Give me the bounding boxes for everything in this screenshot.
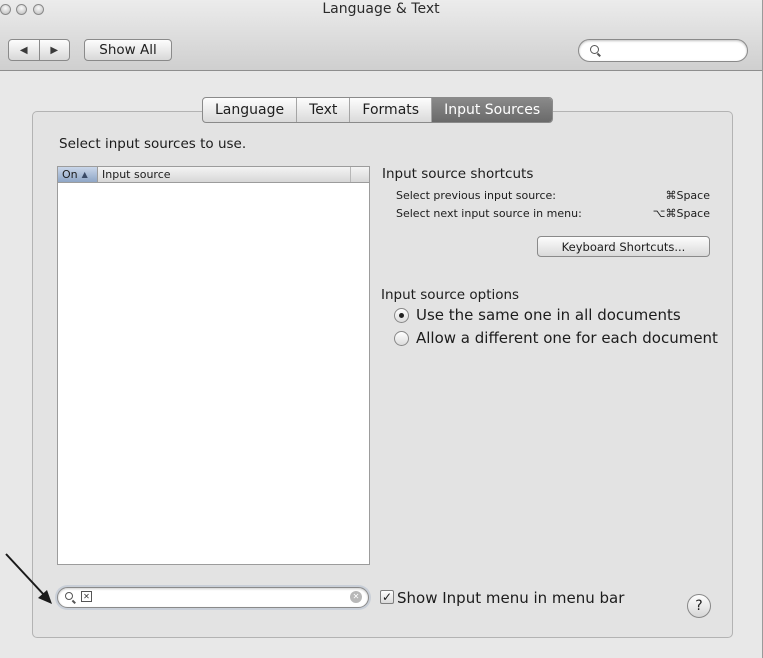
search-icon [65, 592, 73, 600]
annotation-arrow-icon [5, 553, 52, 604]
tab-language[interactable]: Language [203, 98, 296, 122]
shortcuts-title: Input source shortcuts [382, 166, 534, 182]
shortcut-next-keys: ⌥⌘Space [652, 207, 710, 220]
shortcut-previous-label: Select previous input source: [396, 189, 556, 202]
back-forward-control: ◀ ▶ [8, 39, 70, 61]
shortcut-next-label: Select next input source in menu: [396, 207, 582, 220]
show-all-button[interactable]: Show All [84, 39, 172, 61]
chevron-left-icon: ◀ [19, 44, 28, 56]
tab-formats[interactable]: Formats [349, 98, 431, 122]
toolbar: Language & Text ◀ ▶ Show All [0, 0, 762, 71]
input-menu-glyph-icon: ✕ [81, 591, 92, 602]
list-header: On ▲ Input source [58, 167, 369, 183]
keyboard-shortcuts-button[interactable]: Keyboard Shortcuts... [537, 236, 710, 257]
back-button[interactable]: ◀ [9, 40, 39, 60]
input-sources-heading: Select input sources to use. [59, 136, 247, 152]
preferences-search-input[interactable] [578, 39, 748, 62]
tab-bar: Language Text Formats Input Sources [202, 97, 554, 123]
search-icon [590, 45, 599, 54]
clear-search-icon[interactable]: ✕ [350, 591, 362, 603]
radio-same-for-all-label: Use the same one in all documents [416, 306, 681, 324]
radio-different-per-document[interactable] [394, 331, 409, 346]
input-source-search-field[interactable]: ✕ ✕ [57, 587, 369, 608]
forward-button[interactable]: ▶ [38, 40, 70, 60]
radio-different-per-document-label: Allow a different one for each document [416, 329, 718, 347]
radio-same-for-all[interactable] [394, 308, 409, 323]
tab-input-sources[interactable]: Input Sources [431, 98, 553, 122]
column-header-input-source[interactable]: Input source [98, 167, 351, 182]
column-header-on[interactable]: On ▲ [58, 167, 98, 182]
question-icon: ? [695, 598, 703, 614]
input-source-list[interactable]: On ▲ Input source [57, 166, 370, 565]
options-title: Input source options [381, 287, 520, 303]
sort-ascending-icon: ▲ [81, 170, 88, 179]
show-input-menu-label: Show Input menu in menu bar [397, 589, 625, 607]
help-button[interactable]: ? [687, 594, 711, 618]
tab-text[interactable]: Text [296, 98, 349, 122]
window-title: Language & Text [322, 1, 440, 17]
chevron-right-icon: ▶ [50, 44, 59, 56]
show-input-menu-checkbox[interactable]: ✓ [380, 590, 394, 604]
shortcut-previous-keys: ⌘Space [665, 189, 710, 202]
preferences-window: Language & Text ◀ ▶ Show All Language Te… [0, 0, 763, 658]
